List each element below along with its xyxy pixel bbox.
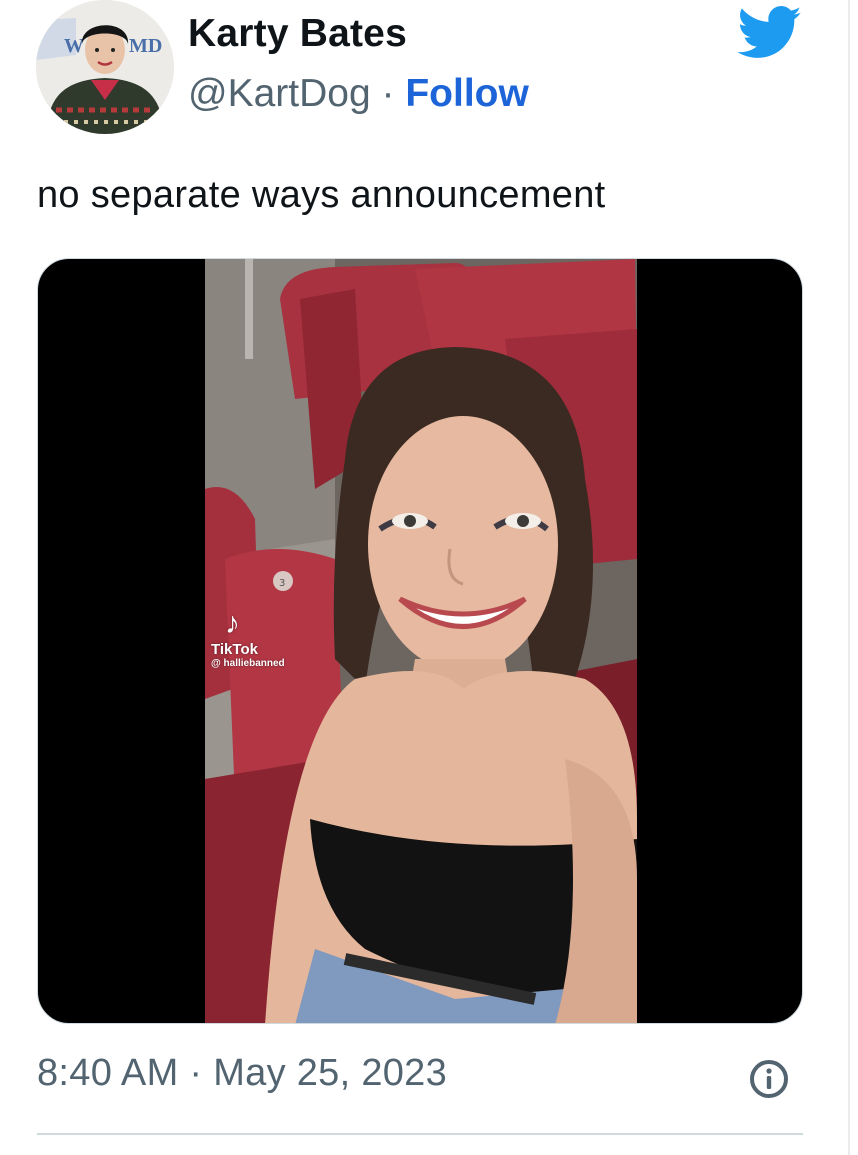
twitter-bird-icon[interactable]	[737, 6, 803, 60]
tweet-text: no separate ways announcement	[37, 174, 606, 216]
svg-text:W: W	[64, 35, 84, 57]
video-frame: 3 ♪ TikTok @ halliebanned	[205, 259, 637, 1023]
tweet-timestamp[interactable]: 8:40 AM · May 25, 2023	[37, 1052, 447, 1095]
seat-number: 3	[279, 578, 285, 589]
author-avatar[interactable]: W MD	[36, 0, 174, 134]
tiktok-brand: TikTok	[211, 641, 258, 658]
svg-text:MD: MD	[129, 35, 162, 57]
handle-separator: ·	[370, 72, 406, 115]
bottom-divider	[37, 1133, 803, 1135]
info-icon[interactable]	[748, 1058, 790, 1100]
follow-button[interactable]: Follow	[405, 72, 528, 115]
tiktok-watermark: ♪ TikTok @ halliebanned	[211, 607, 285, 670]
tiktok-note-icon: ♪	[225, 607, 240, 640]
avatar-photo: W MD	[36, 0, 174, 134]
page-edge-divider	[848, 0, 850, 1155]
author-display-name[interactable]: Karty Bates	[188, 12, 407, 56]
author-handle-line: @KartDog · Follow	[188, 72, 529, 116]
tweet-video[interactable]: 3 ♪ TikTok @ halliebanned	[37, 258, 803, 1024]
author-handle[interactable]: @KartDog	[188, 72, 371, 115]
tiktok-username: @ halliebanned	[211, 658, 285, 669]
